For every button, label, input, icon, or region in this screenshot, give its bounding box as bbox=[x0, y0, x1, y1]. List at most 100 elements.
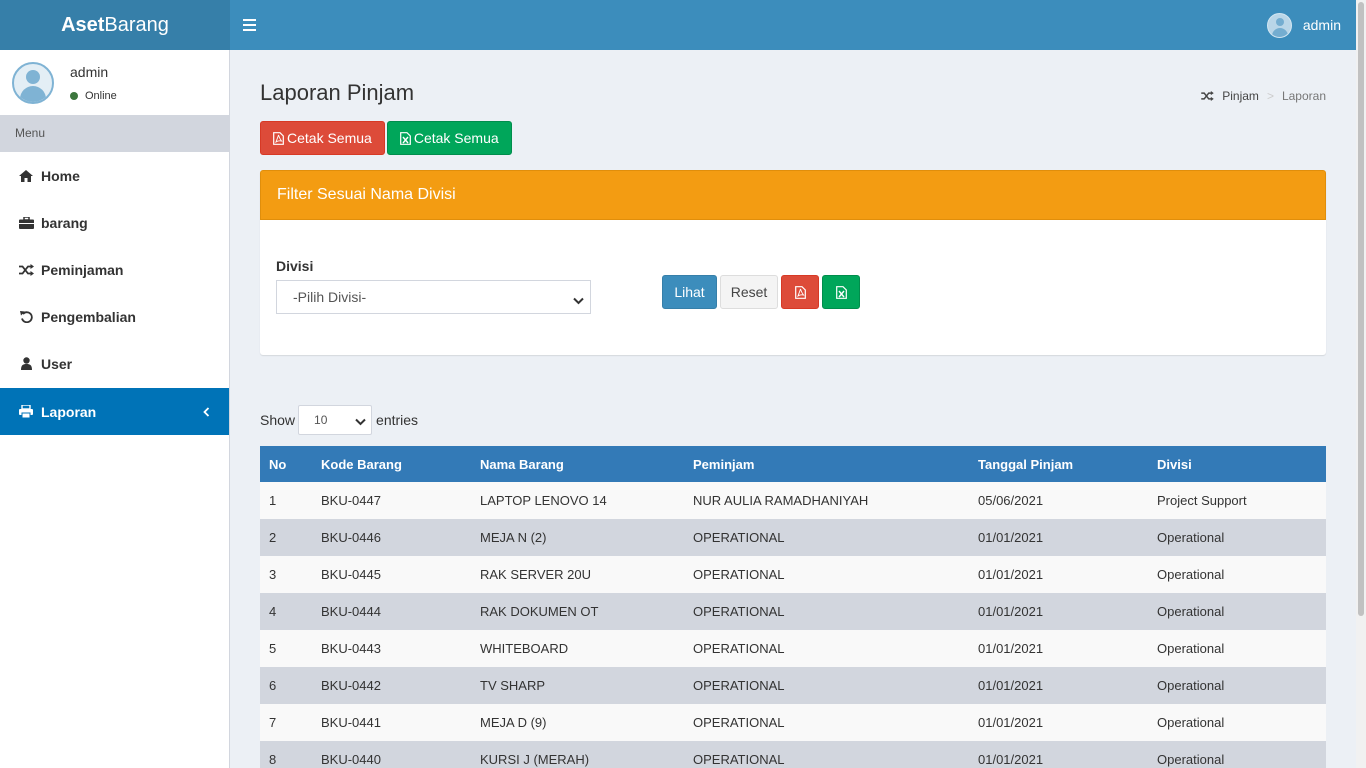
top-navbar: AsetBarang admin bbox=[0, 0, 1356, 50]
table-length-control: Show 10 entries bbox=[260, 405, 418, 435]
undo-icon bbox=[18, 310, 34, 324]
user-panel-name: admin bbox=[70, 64, 109, 80]
table-row: 1 BKU-0447 LAPTOP LENOVO 14 NUR AULIA RAMAD… bbox=[260, 482, 1326, 519]
cell-no: 1 bbox=[269, 493, 277, 508]
menu-header: Menu bbox=[0, 115, 229, 152]
cell-tanggal-pinjam: 01/01/2021 bbox=[978, 530, 1044, 545]
sidebar-item-laporan[interactable]: Laporan bbox=[0, 388, 229, 435]
table-header-row: No Kode Barang Nama Barang Peminjam Tang… bbox=[260, 446, 1326, 482]
cell-peminjam: OPERATIONAL bbox=[693, 752, 785, 767]
cell-no: 8 bbox=[269, 752, 277, 767]
cell-nama-barang: MEJA D (9) bbox=[480, 715, 547, 730]
show-label: Show bbox=[260, 412, 296, 428]
user-panel: admin Online bbox=[0, 50, 229, 115]
cell-peminjam: OPERATIONAL bbox=[693, 567, 785, 582]
cell-tanggal-pinjam: 01/01/2021 bbox=[978, 567, 1044, 582]
cell-tanggal-pinjam: 01/01/2021 bbox=[978, 604, 1044, 619]
online-dot-icon bbox=[70, 92, 78, 100]
divisi-label: Divisi bbox=[276, 258, 314, 274]
user-status: Online bbox=[70, 90, 117, 102]
cell-no: 3 bbox=[269, 567, 277, 582]
table-row: 3 BKU-0445 RAK SERVER 20U OPERATIONAL 01/01/… bbox=[260, 556, 1326, 593]
entries-length-select[interactable]: 10 bbox=[298, 405, 373, 435]
cell-tanggal-pinjam: 05/06/2021 bbox=[978, 493, 1044, 508]
divisi-select[interactable]: -Pilih Divisi- bbox=[276, 280, 591, 314]
cell-no: 6 bbox=[269, 678, 277, 693]
lihat-button[interactable]: Lihat bbox=[662, 275, 717, 309]
cell-nama-barang: RAK DOKUMEN OT bbox=[480, 604, 599, 619]
cell-no: 4 bbox=[269, 604, 277, 619]
scrollbar-thumb[interactable] bbox=[1358, 2, 1364, 616]
sidebar-item-barang[interactable]: barang bbox=[0, 199, 229, 246]
cell-peminjam: OPERATIONAL bbox=[693, 641, 785, 656]
cell-kode-barang: BKU-0445 bbox=[321, 567, 381, 582]
file-pdf-icon bbox=[273, 131, 284, 145]
table-row: 4 BKU-0444 RAK DOKUMEN OT OPERATIONAL 01/01/… bbox=[260, 593, 1326, 630]
header-username: admin bbox=[1302, 17, 1341, 33]
sidebar-item-home[interactable]: Home bbox=[0, 152, 229, 199]
cell-kode-barang: BKU-0444 bbox=[321, 604, 381, 619]
chevron-down-icon bbox=[355, 415, 366, 429]
breadcrumb-laporan: Laporan bbox=[1281, 89, 1326, 103]
chevron-down-icon bbox=[573, 292, 584, 308]
column-header-nama-barang[interactable]: Nama Barang bbox=[471, 446, 684, 482]
user-avatar-icon bbox=[12, 62, 54, 104]
export-excel-button[interactable] bbox=[822, 275, 860, 309]
cell-divisi: Operational bbox=[1157, 567, 1225, 582]
reset-button[interactable]: Reset bbox=[720, 275, 778, 309]
cell-divisi: Operational bbox=[1157, 752, 1225, 767]
page-scrollbar[interactable] bbox=[1356, 0, 1366, 768]
print-icon bbox=[18, 405, 34, 419]
cell-kode-barang: BKU-0442 bbox=[321, 678, 381, 693]
column-header-kode-barang[interactable]: Kode Barang bbox=[312, 446, 471, 482]
print-all-pdf-button[interactable]: Cetak Semua bbox=[260, 121, 385, 155]
column-header-peminjam[interactable]: Peminjam bbox=[684, 446, 969, 482]
cell-divisi: Operational bbox=[1157, 604, 1225, 619]
file-pdf-icon bbox=[794, 285, 806, 299]
cell-no: 7 bbox=[269, 715, 277, 730]
sidebar-item-user[interactable]: User bbox=[0, 340, 229, 387]
filter-box: Filter Sesuai Nama Divisi Divisi -Pilih … bbox=[260, 170, 1326, 355]
chevron-left-icon bbox=[203, 404, 210, 420]
cell-nama-barang: LAPTOP LENOVO 14 bbox=[480, 493, 607, 508]
file-excel-icon bbox=[835, 285, 847, 299]
page-title: Laporan Pinjam bbox=[260, 80, 415, 105]
user-avatar-icon bbox=[1266, 12, 1292, 38]
print-all-buttons: Cetak Semua Cetak Semua bbox=[260, 121, 512, 155]
user-icon bbox=[18, 357, 34, 371]
cell-tanggal-pinjam: 01/01/2021 bbox=[978, 752, 1044, 767]
cell-kode-barang: BKU-0447 bbox=[321, 493, 381, 508]
cell-kode-barang: BKU-0446 bbox=[321, 530, 381, 545]
column-header-tanggal-pinjam[interactable]: Tanggal Pinjam bbox=[969, 446, 1148, 482]
cell-kode-barang: BKU-0440 bbox=[321, 752, 381, 767]
cell-nama-barang: KURSI J (MERAH) bbox=[480, 752, 590, 767]
filter-box-title: Filter Sesuai Nama Divisi bbox=[260, 170, 1326, 220]
random-icon bbox=[18, 263, 34, 277]
cell-peminjam: OPERATIONAL bbox=[693, 678, 785, 693]
cell-divisi: Operational bbox=[1157, 678, 1225, 693]
app-logo[interactable]: AsetBarang bbox=[0, 0, 230, 50]
breadcrumb-pinjam[interactable]: Pinjam bbox=[1222, 89, 1259, 103]
cell-kode-barang: BKU-0441 bbox=[321, 715, 381, 730]
file-excel-icon bbox=[399, 131, 411, 145]
sidebar-item-peminjaman[interactable]: Peminjaman bbox=[0, 246, 229, 293]
sidebar-toggle-button[interactable] bbox=[243, 15, 259, 35]
cell-nama-barang: MEJA N (2) bbox=[480, 530, 547, 545]
sidebar-item-pengembalian[interactable]: Pengembalian bbox=[0, 293, 229, 340]
table-row: 6 BKU-0442 TV SHARP OPERATIONAL 01/01/2021 Op… bbox=[260, 667, 1326, 704]
cell-kode-barang: BKU-0443 bbox=[321, 641, 381, 656]
print-all-excel-button[interactable]: Cetak Semua bbox=[386, 121, 512, 155]
table-row: 5 BKU-0443 WHITEBOARD OPERATIONAL 01/01/2021… bbox=[260, 630, 1326, 667]
cell-no: 5 bbox=[269, 641, 277, 656]
cell-nama-barang: RAK SERVER 20U bbox=[480, 567, 592, 582]
sidebar: admin Online Menu Home barang Peminjaman… bbox=[0, 50, 230, 768]
column-header-no[interactable]: No bbox=[260, 446, 312, 482]
cell-nama-barang: WHITEBOARD bbox=[480, 641, 569, 656]
export-pdf-button[interactable] bbox=[781, 275, 819, 309]
cell-nama-barang: TV SHARP bbox=[480, 678, 546, 693]
table-row: 2 BKU-0446 MEJA N (2) OPERATIONAL 01/01/2021… bbox=[260, 519, 1326, 556]
column-header-divisi[interactable]: Divisi bbox=[1148, 446, 1326, 482]
home-icon bbox=[18, 169, 34, 183]
user-menu[interactable]: admin bbox=[1266, 0, 1341, 50]
cell-divisi: Operational bbox=[1157, 641, 1225, 656]
